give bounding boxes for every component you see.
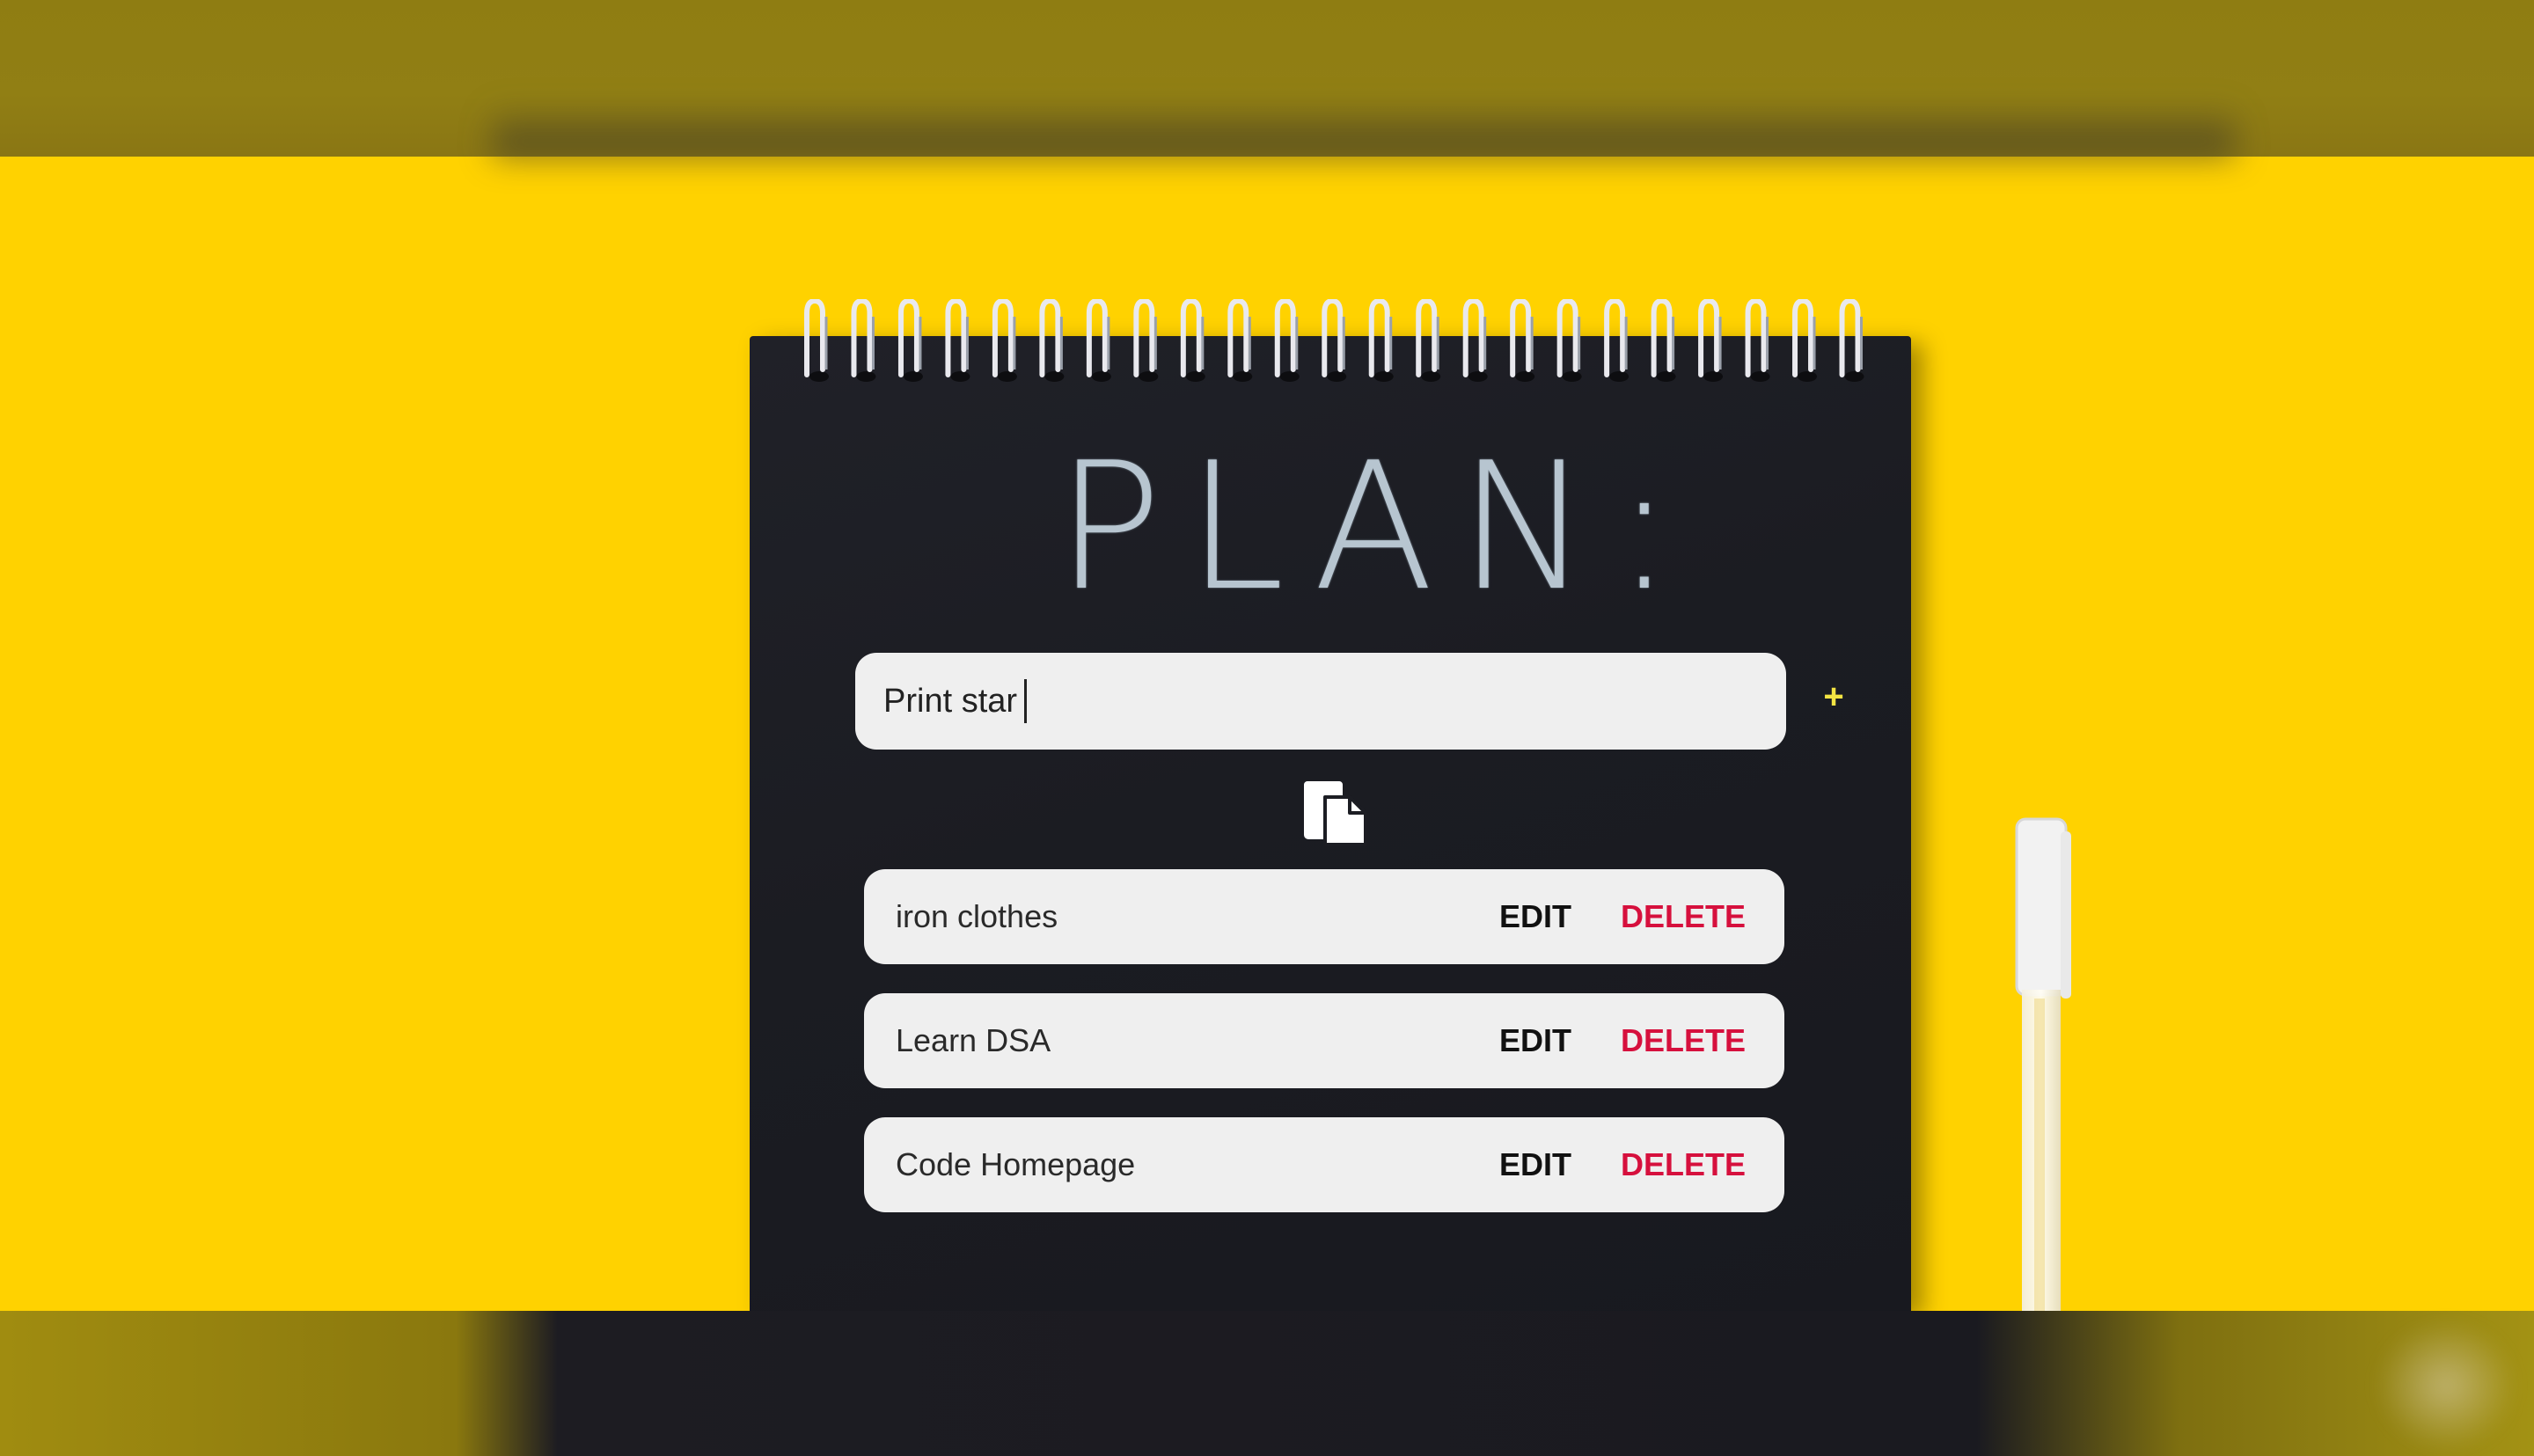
task-input[interactable]	[883, 653, 1746, 750]
spiral-ring	[1510, 299, 1535, 382]
spiral-ring	[1227, 299, 1253, 382]
todo-item: iron clothes EDIT DELETE	[864, 869, 1784, 964]
text-caret	[1024, 679, 1027, 723]
spiral-ring	[1322, 299, 1347, 382]
spiral-ring	[1792, 299, 1818, 382]
edit-button[interactable]: EDIT	[1499, 869, 1571, 964]
todo-item: Learn DSA EDIT DELETE	[864, 993, 1784, 1088]
spiral-ring	[1651, 299, 1676, 382]
todo-text: iron clothes	[896, 898, 1058, 934]
spiral-ring	[1368, 299, 1394, 382]
pen-icon	[2015, 817, 2071, 1311]
edit-button[interactable]: EDIT	[1499, 1117, 1571, 1212]
spiral-ring	[804, 299, 829, 382]
spiral-ring	[1416, 299, 1441, 382]
task-input-box[interactable]	[855, 653, 1786, 750]
letterbox-top	[0, 0, 2534, 157]
app-stage: PLAN: + iron clothes EDIT DELETE Learn D…	[0, 0, 2534, 1456]
todo-item: Code Homepage EDIT DELETE	[864, 1117, 1784, 1212]
spiral-ring	[897, 299, 923, 382]
page-title: PLAN:	[1056, 425, 1699, 630]
spiral-ring	[945, 299, 970, 382]
edit-button[interactable]: EDIT	[1499, 993, 1571, 1088]
spiral-ring	[1086, 299, 1111, 382]
spiral-binding-icon	[804, 299, 1864, 382]
spiral-ring	[992, 299, 1017, 382]
copy-icon[interactable]	[1300, 778, 1369, 848]
spiral-ring	[1745, 299, 1770, 382]
todo-text: Code Homepage	[896, 1146, 1136, 1182]
spiral-ring	[1180, 299, 1205, 382]
delete-button[interactable]: DELETE	[1621, 869, 1746, 964]
spiral-ring	[1274, 299, 1300, 382]
spiral-ring	[1604, 299, 1630, 382]
todo-text: Learn DSA	[896, 1022, 1051, 1058]
delete-button[interactable]: DELETE	[1621, 1117, 1746, 1212]
add-task-button[interactable]: +	[1820, 679, 1848, 714]
spiral-ring	[1839, 299, 1864, 382]
delete-button[interactable]: DELETE	[1621, 993, 1746, 1088]
spiral-ring	[1698, 299, 1724, 382]
spiral-ring	[1133, 299, 1159, 382]
spiral-ring	[851, 299, 876, 382]
letterbox-bottom	[0, 1311, 2534, 1456]
spiral-ring	[1462, 299, 1488, 382]
spiral-ring	[1556, 299, 1582, 382]
spiral-ring	[1039, 299, 1065, 382]
